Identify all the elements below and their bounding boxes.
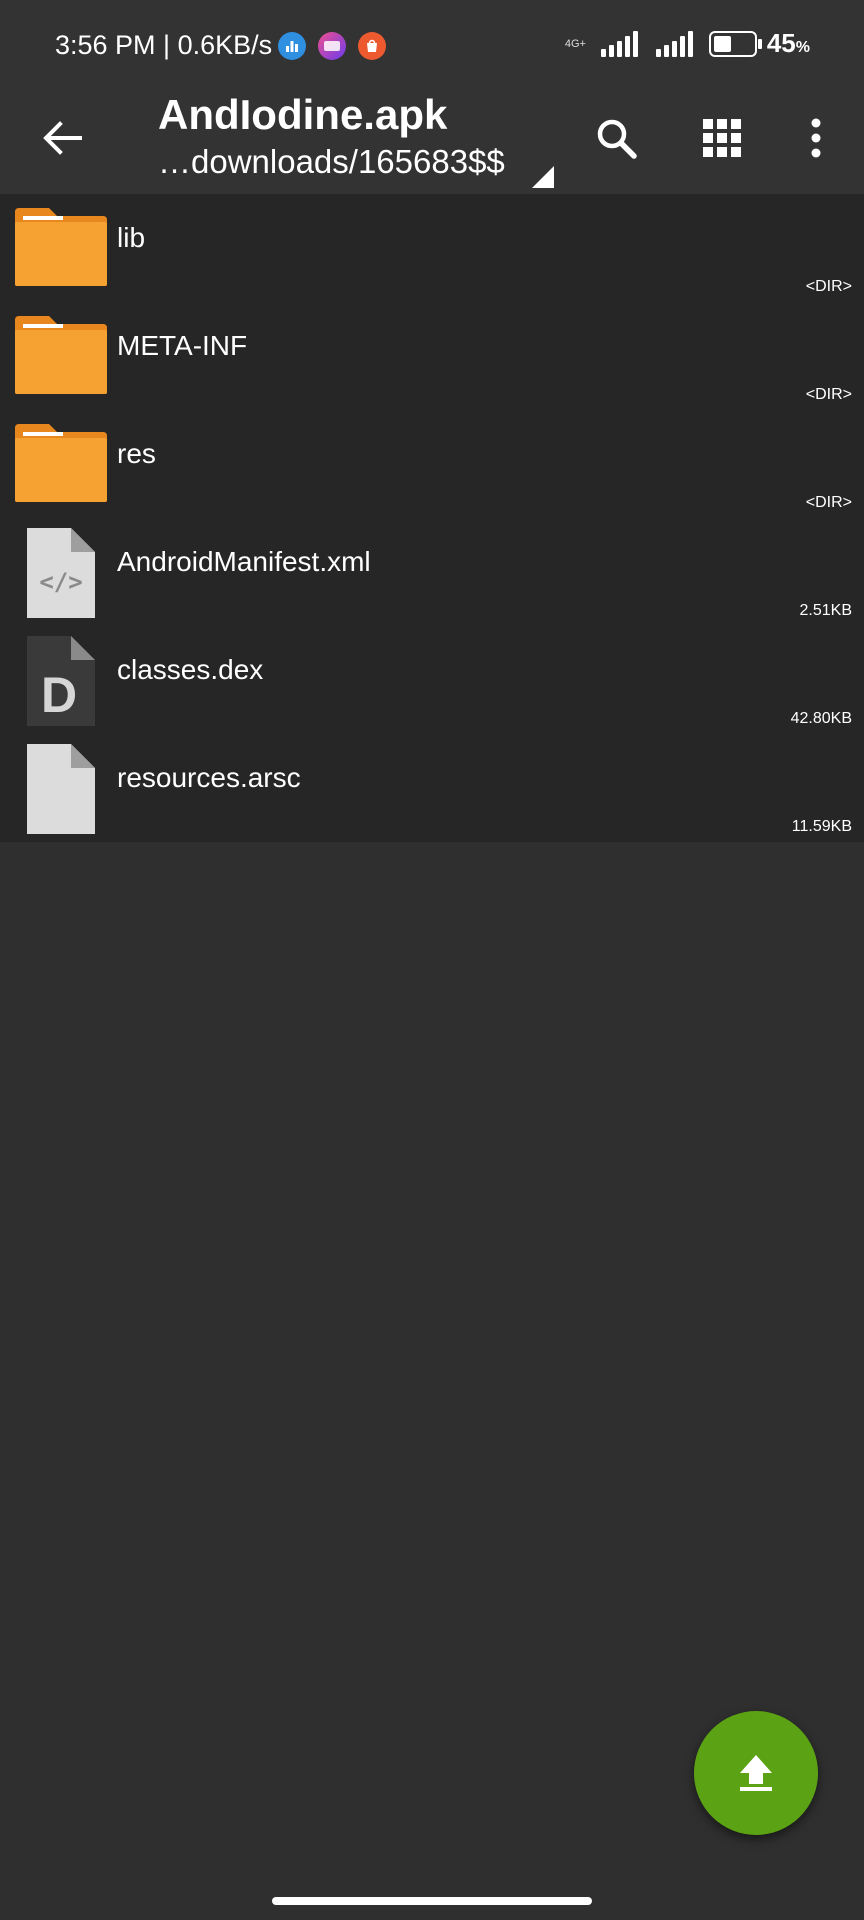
- battery-icon: [708, 30, 762, 57]
- back-arrow-icon[interactable]: [34, 110, 90, 166]
- file-name: res: [117, 438, 156, 469]
- search-icon[interactable]: [588, 110, 644, 166]
- folder-icon: [13, 314, 109, 398]
- notification-icons: [278, 32, 386, 60]
- battery-level-value: 45: [766, 28, 796, 58]
- chart-app-icon: [278, 32, 306, 60]
- list-item[interactable]: D classes.dex 42.80KB: [0, 626, 864, 734]
- network-type: 4G+: [564, 37, 586, 50]
- dex-file-icon: D: [13, 636, 109, 726]
- list-item[interactable]: </> AndroidManifest.xml 2.51KB: [0, 518, 864, 626]
- folder-icon: [13, 422, 109, 506]
- file-meta: <DIR>: [805, 494, 852, 511]
- upload-button[interactable]: [694, 1711, 818, 1835]
- file-name: lib: [117, 222, 146, 253]
- home-indicator[interactable]: [272, 1897, 592, 1905]
- shopee-app-icon: [358, 32, 386, 60]
- list-item[interactable]: resources.arsc 11.59KB: [0, 734, 864, 842]
- archive-title: AndIodine.apk: [158, 91, 448, 138]
- toolbar: AndIodine.apk …downloads/165683$$: [0, 88, 864, 194]
- folder-icon: [13, 206, 109, 290]
- status-right: 4G+ 45%: [565, 28, 810, 59]
- signal-icon: [600, 30, 638, 57]
- grid-view-icon[interactable]: [694, 110, 750, 166]
- generic-file-icon: [13, 744, 109, 834]
- file-meta: 2.51KB: [799, 602, 852, 619]
- lazada-app-icon: [318, 32, 346, 60]
- file-name: resources.arsc: [117, 762, 301, 793]
- list-item[interactable]: lib <DIR>: [0, 194, 864, 302]
- battery-unit: %: [795, 39, 810, 56]
- xml-file-icon: </>: [13, 528, 109, 618]
- signal-icon: [655, 30, 693, 57]
- dex-letter: D: [41, 667, 77, 723]
- file-meta: 11.59KB: [791, 818, 852, 835]
- status-time: 3:56 PM | 0.6KB/s: [55, 30, 273, 60]
- file-list: lib <DIR> META-INF <DIR> res <DIR> </> A…: [0, 194, 864, 842]
- file-name: classes.dex: [117, 654, 264, 685]
- path-dropdown-icon[interactable]: [532, 166, 554, 188]
- status-bar: 3:56 PM | 0.6KB/s 4G+ 45%: [0, 0, 864, 88]
- file-meta: <DIR>: [805, 278, 852, 295]
- list-item[interactable]: META-INF <DIR>: [0, 302, 864, 410]
- more-vert-icon[interactable]: [788, 110, 844, 166]
- archive-path[interactable]: …downloads/165683$$: [158, 143, 505, 181]
- upload-icon: [740, 1755, 772, 1791]
- file-meta: <DIR>: [805, 386, 852, 403]
- battery-level: 45%: [767, 28, 810, 59]
- svg-text:</>: </>: [39, 568, 82, 596]
- file-meta: 42.80KB: [790, 710, 852, 727]
- list-item[interactable]: res <DIR>: [0, 410, 864, 518]
- file-name: AndroidManifest.xml: [117, 546, 371, 577]
- file-name: META-INF: [117, 330, 248, 361]
